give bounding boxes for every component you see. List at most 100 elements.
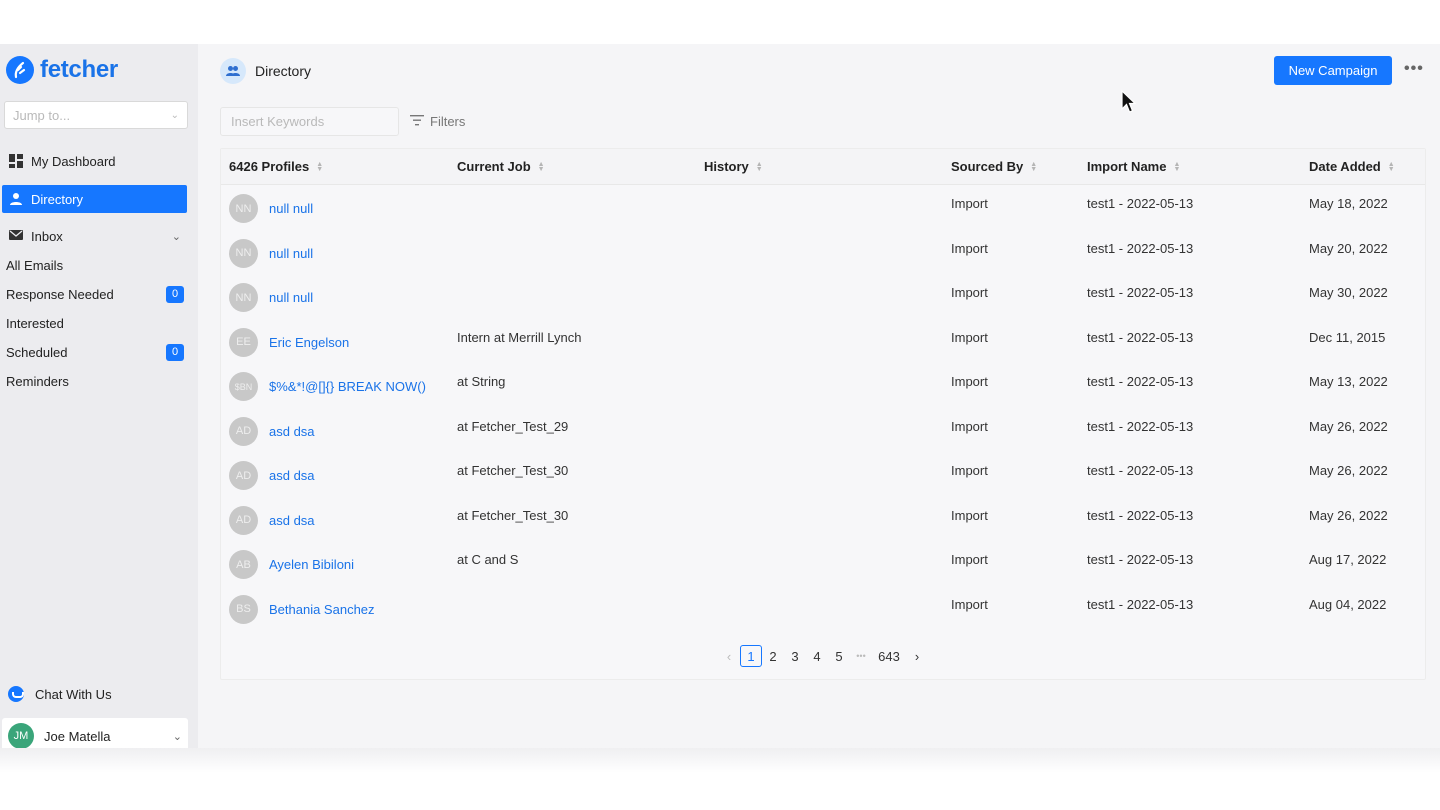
sourced-by-cell: Import (951, 329, 988, 345)
jump-to-select[interactable]: Jump to... ⌄ (4, 101, 188, 129)
count-badge: 0 (166, 285, 184, 303)
import-name-cell: test1 - 2022-05-13 (1087, 507, 1194, 523)
table-row[interactable]: NN null null Import test1 - 2022-05-13 May 2… (221, 231, 1425, 276)
current-job-cell: at C and S (457, 552, 519, 567)
fetcher-logo-icon (6, 56, 34, 84)
import-name-cell: test1 - 2022-05-13 (1087, 418, 1194, 434)
filters-button[interactable]: Filters (410, 114, 465, 129)
sourced-by-cell: Import (951, 374, 988, 389)
sort-icon: ▲ ▼ (1387, 160, 1395, 173)
profile-name-link[interactable]: Eric Engelson (269, 335, 349, 350)
profile-name-link[interactable]: asd dsa (269, 424, 315, 439)
profile-name-link[interactable]: Ayelen Bibiloni (269, 557, 354, 572)
keyword-search-input[interactable]: Insert Keywords (220, 107, 399, 136)
table-row[interactable]: AD asd dsa at Fetcher_Test_30 Import test1 -… (221, 453, 1425, 498)
sidebar-item-all-emails[interactable]: All Emails (6, 254, 184, 276)
date-added-cell: May 26, 2022 (1309, 418, 1388, 434)
jump-to-placeholder: Jump to... (13, 107, 71, 123)
avatar: NN (229, 283, 258, 312)
app-window: fetcher Jump to... ⌄ My Dashboard Direct… (0, 44, 1440, 756)
sidebar-item-reminders[interactable]: Reminders (6, 370, 184, 392)
sidebar-item-directory[interactable]: Directory (2, 185, 187, 213)
sidebar-item-interested[interactable]: Interested (6, 312, 184, 334)
chevron-down-icon: ⌄ (170, 109, 179, 121)
sort-icon: ▲ ▼ (1030, 160, 1038, 173)
sourced-by-cell: Import (951, 240, 988, 256)
more-options-icon[interactable]: ••• (1404, 60, 1424, 78)
import-name-cell: test1 - 2022-05-13 (1087, 240, 1194, 256)
main-content: Directory New Campaign ••• Insert Keywor… (198, 44, 1440, 756)
date-added-cell: Aug 04, 2022 (1309, 596, 1387, 612)
page-button-3[interactable]: 3 (784, 645, 806, 667)
page-header: Directory (220, 58, 311, 84)
column-label: Import Name (1087, 159, 1167, 174)
date-added-cell: May 26, 2022 (1309, 507, 1388, 523)
profile-name-link[interactable]: null null (269, 290, 313, 305)
table-row[interactable]: NN null null Import test1 - 2022-05-13 May 3… (221, 275, 1425, 320)
prev-page-button[interactable]: ‹ (718, 645, 740, 667)
avatar: $BN (229, 372, 258, 401)
page-button-4[interactable]: 4 (806, 645, 828, 667)
chat-label: Chat With Us (35, 686, 112, 702)
import-name-cell: test1 - 2022-05-13 (1087, 374, 1194, 389)
column-header-current-job[interactable]: Current Job ▲ ▼ (457, 159, 545, 174)
sourced-by-cell: Import (951, 463, 988, 478)
next-page-button[interactable]: › (906, 645, 928, 667)
page-button-last[interactable]: 643 (878, 645, 900, 667)
profile-name-link[interactable]: asd dsa (269, 513, 315, 528)
sidebar-item-my-dashboard[interactable]: My Dashboard (2, 147, 187, 175)
new-campaign-button[interactable]: New Campaign (1274, 56, 1392, 85)
date-added-cell: May 20, 2022 (1309, 240, 1388, 256)
column-label: Current Job (457, 159, 531, 174)
user-name: Joe Matella (44, 728, 111, 744)
page-button-5[interactable]: 5 (828, 645, 850, 667)
sort-icon: ▲ ▼ (1173, 160, 1181, 173)
column-header-sourced-by[interactable]: Sourced By ▲ ▼ (951, 159, 1037, 174)
table-row[interactable]: BS Bethania Sanchez Import test1 - 2022-05-… (221, 587, 1425, 632)
date-added-cell: May 26, 2022 (1309, 463, 1388, 478)
date-added-cell: Aug 17, 2022 (1309, 552, 1387, 567)
table-header: 6426 Profiles ▲ ▼ Current Job ▲ ▼ History ▲ ▼ … (221, 149, 1425, 185)
page-button-2[interactable]: 2 (762, 645, 784, 667)
current-job-cell: at Fetcher_Test_30 (457, 463, 569, 478)
column-label: 6426 Profiles (229, 159, 310, 174)
column-header-import-name[interactable]: Import Name ▲ ▼ (1087, 159, 1180, 174)
profile-name-link[interactable]: null null (269, 246, 313, 261)
logo[interactable]: fetcher (6, 56, 118, 84)
column-header-history[interactable]: History ▲ ▼ (704, 159, 763, 174)
table-row[interactable]: AB Ayelen Bibiloni at C and S Import test1 -… (221, 542, 1425, 587)
sourced-by-cell: Import (951, 285, 988, 300)
profile-name-link[interactable]: Bethania Sanchez (269, 602, 375, 617)
sidebar-item-scheduled[interactable]: Scheduled 0 (6, 341, 184, 363)
table-row[interactable]: NN null null Import test1 - 2022-05-13 May 1… (221, 186, 1425, 231)
sort-icon: ▲ ▼ (537, 160, 545, 173)
page-title: Directory (255, 63, 312, 79)
profile-name-link[interactable]: null null (269, 201, 313, 216)
sourced-by-cell: Import (951, 196, 988, 211)
sidebar-item-label: Directory (31, 191, 84, 207)
chat-with-us-link[interactable]: Chat With Us (8, 686, 112, 702)
chevron-down-icon: ⌄ (172, 730, 182, 743)
sort-icon: ▲ ▼ (316, 160, 324, 173)
table-row[interactable]: AD asd dsa at Fetcher_Test_29 Import test1 -… (221, 409, 1425, 454)
profile-name-link[interactable]: asd dsa (269, 468, 315, 483)
brand-name: fetcher (40, 56, 118, 83)
table-row[interactable]: $BN $%&*!@[]{} BREAK NOW() at String Import… (221, 364, 1425, 409)
column-label: Date Added (1309, 159, 1381, 174)
page-button-1[interactable]: 1 (740, 645, 762, 667)
column-header-profiles[interactable]: 6426 Profiles ▲ ▼ (229, 159, 323, 174)
sidebar-item-label: Scheduled (6, 344, 68, 360)
pagination: ‹ 1 2 3 4 5 ••• 643 › (221, 645, 1425, 667)
profile-name-link[interactable]: $%&*!@[]{} BREAK NOW() (269, 379, 426, 394)
search-placeholder: Insert Keywords (231, 114, 325, 129)
sidebar-item-response-needed[interactable]: Response Needed 0 (6, 283, 184, 305)
mouse-cursor-icon (1121, 89, 1137, 113)
more-pages-ellipsis[interactable]: ••• (850, 645, 872, 667)
table-row[interactable]: EE Eric Engelson Intern at Merrill Lynch Im… (221, 320, 1425, 365)
chevron-down-icon[interactable]: ⌄ (172, 230, 181, 243)
table-row[interactable]: AD asd dsa at Fetcher_Test_30 Import test1 -… (221, 498, 1425, 543)
avatar: EE (229, 327, 258, 357)
sidebar-item-inbox[interactable]: Inbox ⌄ (2, 222, 187, 250)
column-label: Sourced By (951, 159, 1024, 174)
column-header-date-added[interactable]: Date Added ▲ ▼ (1309, 159, 1395, 174)
